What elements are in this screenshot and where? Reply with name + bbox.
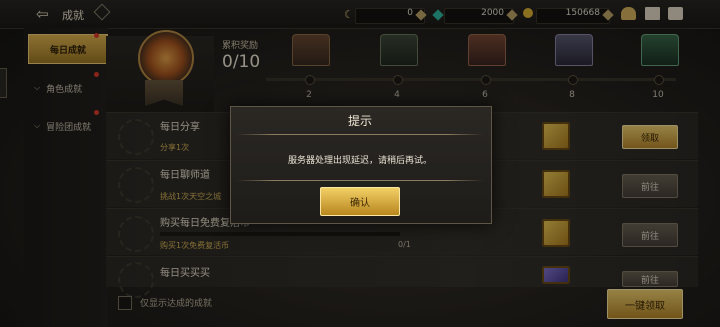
confirm-button[interactable]: 确认 <box>320 187 400 216</box>
dialog-title: 提示 <box>347 114 372 128</box>
dialog-message: 服务器处理出现延迟，请稍后再试。 <box>287 156 432 166</box>
dialog-divider-bottom <box>236 180 484 181</box>
dialog-divider-top <box>236 134 484 135</box>
